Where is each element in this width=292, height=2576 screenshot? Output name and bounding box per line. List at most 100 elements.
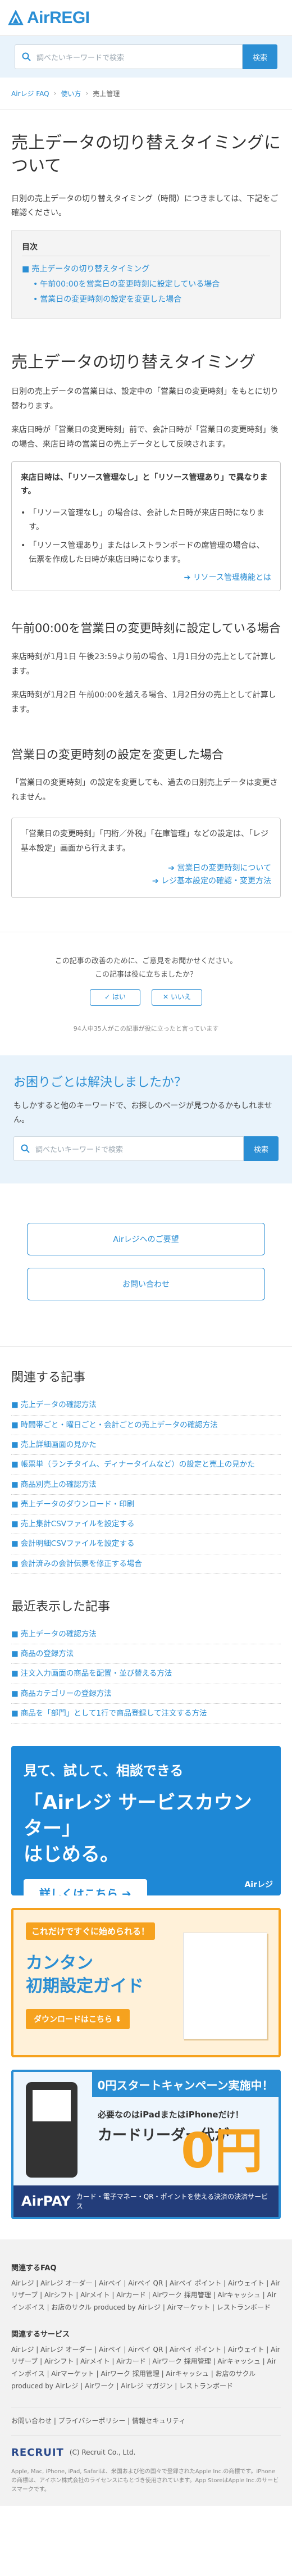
link-label: リソース管理機能とは: [193, 573, 271, 583]
setup-guide-banner[interactable]: これだけですぐに始められる！ カンタン 初期設定ガイド ダウンロードはこちら ⬇: [11, 1908, 281, 2058]
contact-area: Airレジへのご要望 お問い合わせ: [0, 1183, 292, 1346]
bullet-icon: ■: [11, 1440, 19, 1449]
note-title: 来店日時は、「リソース管理なし」と「リソース管理あり」で異なります。: [21, 473, 268, 496]
article-link[interactable]: 売上データのダウンロード・印刷: [21, 1498, 135, 1511]
copyright: (C) Recruit Co., Ltd.: [69, 2448, 136, 2457]
bullet-icon: ■: [11, 1669, 19, 1679]
list-item[interactable]: ■ 時間帯ごと・曜日ごと・会計ごとの売上データの確認方法: [11, 1416, 281, 1435]
feedback-yes-button[interactable]: ✓ はい: [90, 989, 140, 1006]
search-input[interactable]: 調べたいキーワードで検索: [15, 44, 243, 69]
list-item[interactable]: ■ 売上データのダウンロード・印刷: [11, 1495, 281, 1515]
toc-item[interactable]: • 午前00:00を営業日の変更時刻に設定している場合: [22, 277, 270, 292]
arrow-right-icon: ➔: [168, 863, 177, 873]
policy-links[interactable]: お問い合わせ | プライバシーポリシー | 情報セキュリティ: [11, 2407, 281, 2428]
register-settings-link[interactable]: ➔ レジ基本設定の確認・変更方法: [152, 877, 271, 886]
list-item[interactable]: ■ 帳票単（ランチタイム、ディナータイムなど）の設定と売上の見かた: [11, 1455, 281, 1475]
logo-mark-icon: [8, 9, 24, 26]
article-link[interactable]: 帳票単（ランチタイム、ディナータイムなど）の設定と売上の見かた: [21, 1458, 255, 1471]
paragraph: 来店時刻が1月1日 午後23:59より前の場合、1月1日分の売上として計算します…: [11, 652, 276, 676]
airpay-banner[interactable]: 0円スタートキャンペーン実施中！ 必要なのはiPadまたはiPhoneだけ！ カ…: [11, 2070, 281, 2220]
subsection-heading: 午前00:00を営業日の変更時刻に設定している場合: [11, 622, 281, 636]
request-button[interactable]: Airレジへのご要望: [27, 1223, 265, 1256]
article-link[interactable]: 売上詳細画面の見かた: [21, 1439, 97, 1451]
list-item[interactable]: ■ 商品別売上の確認方法: [11, 1475, 281, 1495]
article-link[interactable]: 売上集計CSVファイルを設定する: [21, 1518, 135, 1530]
banner-text: 0円スタートキャンペーン実施中！: [92, 2072, 279, 2098]
paragraph: 来店日時が「営業日の変更時刻」前で、会計日時が「営業日の変更時刻」後の場合、来店…: [11, 425, 279, 449]
site-header: AirREGI: [0, 0, 292, 36]
article-link[interactable]: 売上データの確認方法: [21, 1399, 97, 1411]
search-icon: [21, 1144, 30, 1154]
list-item[interactable]: ■ 売上詳細画面の見かた: [11, 1435, 281, 1455]
bullet-icon: ■: [11, 1629, 19, 1639]
toc-link[interactable]: 営業日の変更時刻の設定を変更した場合: [40, 292, 181, 307]
help-section: お困りごとは解決しましたか？ もしかすると他のキーワードで、お探しのページが見つ…: [0, 1055, 292, 1184]
toc-item[interactable]: ■ 売上データの切り替えタイミング: [22, 262, 270, 277]
banner-headline: 「Airレジ サービスカウンター」: [24, 1792, 252, 1840]
banner-button[interactable]: 詳しくはこちら ➔: [24, 1879, 147, 1896]
help-title: お困りごとは解決しましたか？: [13, 1076, 187, 1090]
banner-headline: はじめる。: [24, 1843, 119, 1866]
feedback-no-button[interactable]: ✕ いいえ: [152, 989, 202, 1006]
section-heading: 売上データの切り替えタイミング: [11, 352, 256, 372]
contact-button[interactable]: お問い合わせ: [27, 1268, 265, 1301]
banner-footer: AirPAY カード・電子マネー・QR・ポイントを使える決済の決済サービス: [13, 2185, 279, 2217]
article-link[interactable]: 商品の登録方法: [21, 1648, 74, 1660]
article-link[interactable]: 注文入力画面の商品を配置・並び替える方法: [21, 1667, 172, 1680]
breadcrumb-item[interactable]: Airレジ FAQ: [11, 89, 49, 98]
list-item[interactable]: ■ 注文入力画面の商品を配置・並び替える方法: [11, 1664, 281, 1684]
bullet-icon: ■: [22, 265, 30, 274]
search-button[interactable]: 検索: [243, 44, 277, 69]
paragraph: 「営業日の変更時刻」「円桁／外税」「在庫管理」などの設定は、「レジ基本設定」画面…: [21, 829, 268, 853]
search-icon: [22, 52, 31, 61]
article-link[interactable]: 商品カテゴリーの登録方法: [21, 1688, 112, 1700]
recruit-logo[interactable]: RECRUIT: [11, 2444, 64, 2462]
business-day-link[interactable]: ➔ 営業日の変更時刻について: [168, 864, 271, 873]
paragraph: 来店時刻が1月2日 午前00:00を越える場合、1月2日分の売上として計算します…: [11, 690, 276, 714]
service-counter-banner[interactable]: 見て、試して、相談できる 「Airレジ サービスカウンター」 はじめる。 詳しく…: [11, 1746, 281, 1896]
list-item[interactable]: ■ 売上データの確認方法: [11, 1625, 281, 1645]
article-link[interactable]: 商品を「部門」として1行で商品登録して注文する方法: [21, 1707, 207, 1720]
link-label: 営業日の変更時刻について: [177, 863, 271, 873]
search-input[interactable]: 調べたいキーワードで検索: [13, 1136, 244, 1162]
arrow-right-icon: ➔: [152, 877, 161, 886]
toc-item[interactable]: • 営業日の変更時刻の設定を変更した場合: [22, 292, 270, 307]
site-footer: 関連するFAQ Airレジ | Airレジ オーダー | Airペイ | Air…: [0, 2239, 292, 2506]
search-placeholder: 調べたいキーワードで検索: [35, 1145, 124, 1154]
toc-link[interactable]: 午前00:00を営業日の変更時刻に設定している場合: [40, 277, 220, 292]
article-link[interactable]: 会計済みの会計伝票を修正する場合: [21, 1558, 142, 1570]
feedback-stat: 94人中35人がこの記事が役に立ったと言っています: [73, 1025, 219, 1033]
bullet-icon: ■: [11, 1649, 19, 1659]
list-item[interactable]: ■ 商品カテゴリーの登録方法: [11, 1684, 281, 1704]
subsection-heading: 営業日の変更時刻の設定を変更した場合: [11, 747, 223, 761]
list-item[interactable]: ■ 売上集計CSVファイルを設定する: [11, 1514, 281, 1535]
list-item[interactable]: ■ 商品の登録方法: [11, 1644, 281, 1665]
toc-link[interactable]: 売上データの切り替えタイミング: [31, 262, 149, 277]
guide-document-image: [183, 1933, 267, 2040]
divider: [0, 109, 292, 110]
article-link[interactable]: 売上データの確認方法: [21, 1628, 97, 1640]
paragraph: 日別の売上データの営業日は、設定中の「営業日の変更時刻」をもとに切り替わります。: [11, 387, 279, 411]
list-item[interactable]: ■ 商品を「部門」として1行で商品登録して注文する方法: [11, 1704, 281, 1724]
article-link[interactable]: 会計明細CSVファイルを設定する: [21, 1538, 135, 1550]
list-item[interactable]: ■ 会計明細CSVファイルを設定する: [11, 1534, 281, 1554]
related-title: 関連する記事: [11, 1371, 86, 1385]
article-link[interactable]: 商品別売上の確認方法: [21, 1479, 97, 1491]
link-label: レジ基本設定の確認・変更方法: [161, 877, 271, 886]
footer-heading: 関連するサービス: [11, 2330, 70, 2339]
bullet-icon: ■: [11, 1400, 19, 1410]
search-button[interactable]: 検索: [244, 1136, 279, 1162]
resource-management-link[interactable]: ➔ リソース管理機能とは: [184, 573, 272, 582]
article-link[interactable]: 時間帯ごと・曜日ごと・会計ごとの売上データの確認方法: [21, 1419, 218, 1431]
footer-links[interactable]: Airレジ | Airレジ オーダー | Airペイ | Airペイ QR | …: [11, 2344, 281, 2392]
bullet-icon: ■: [11, 1520, 19, 1529]
bullet-icon: ■: [11, 1480, 19, 1489]
bullet-icon: •: [21, 541, 26, 551]
bullet-icon: ■: [11, 1559, 19, 1568]
list-item[interactable]: ■ 会計済みの会計伝票を修正する場合: [11, 1554, 281, 1574]
list-item[interactable]: ■ 売上データの確認方法: [11, 1395, 281, 1416]
airregi-logo[interactable]: AirREGI: [8, 8, 90, 28]
footer-links[interactable]: Airレジ | Airレジ オーダー | Airペイ | Airペイ QR | …: [11, 2278, 281, 2314]
breadcrumb-item[interactable]: 使い方: [61, 89, 81, 98]
banner-button[interactable]: ダウンロードはこちら ⬇: [26, 2009, 130, 2030]
